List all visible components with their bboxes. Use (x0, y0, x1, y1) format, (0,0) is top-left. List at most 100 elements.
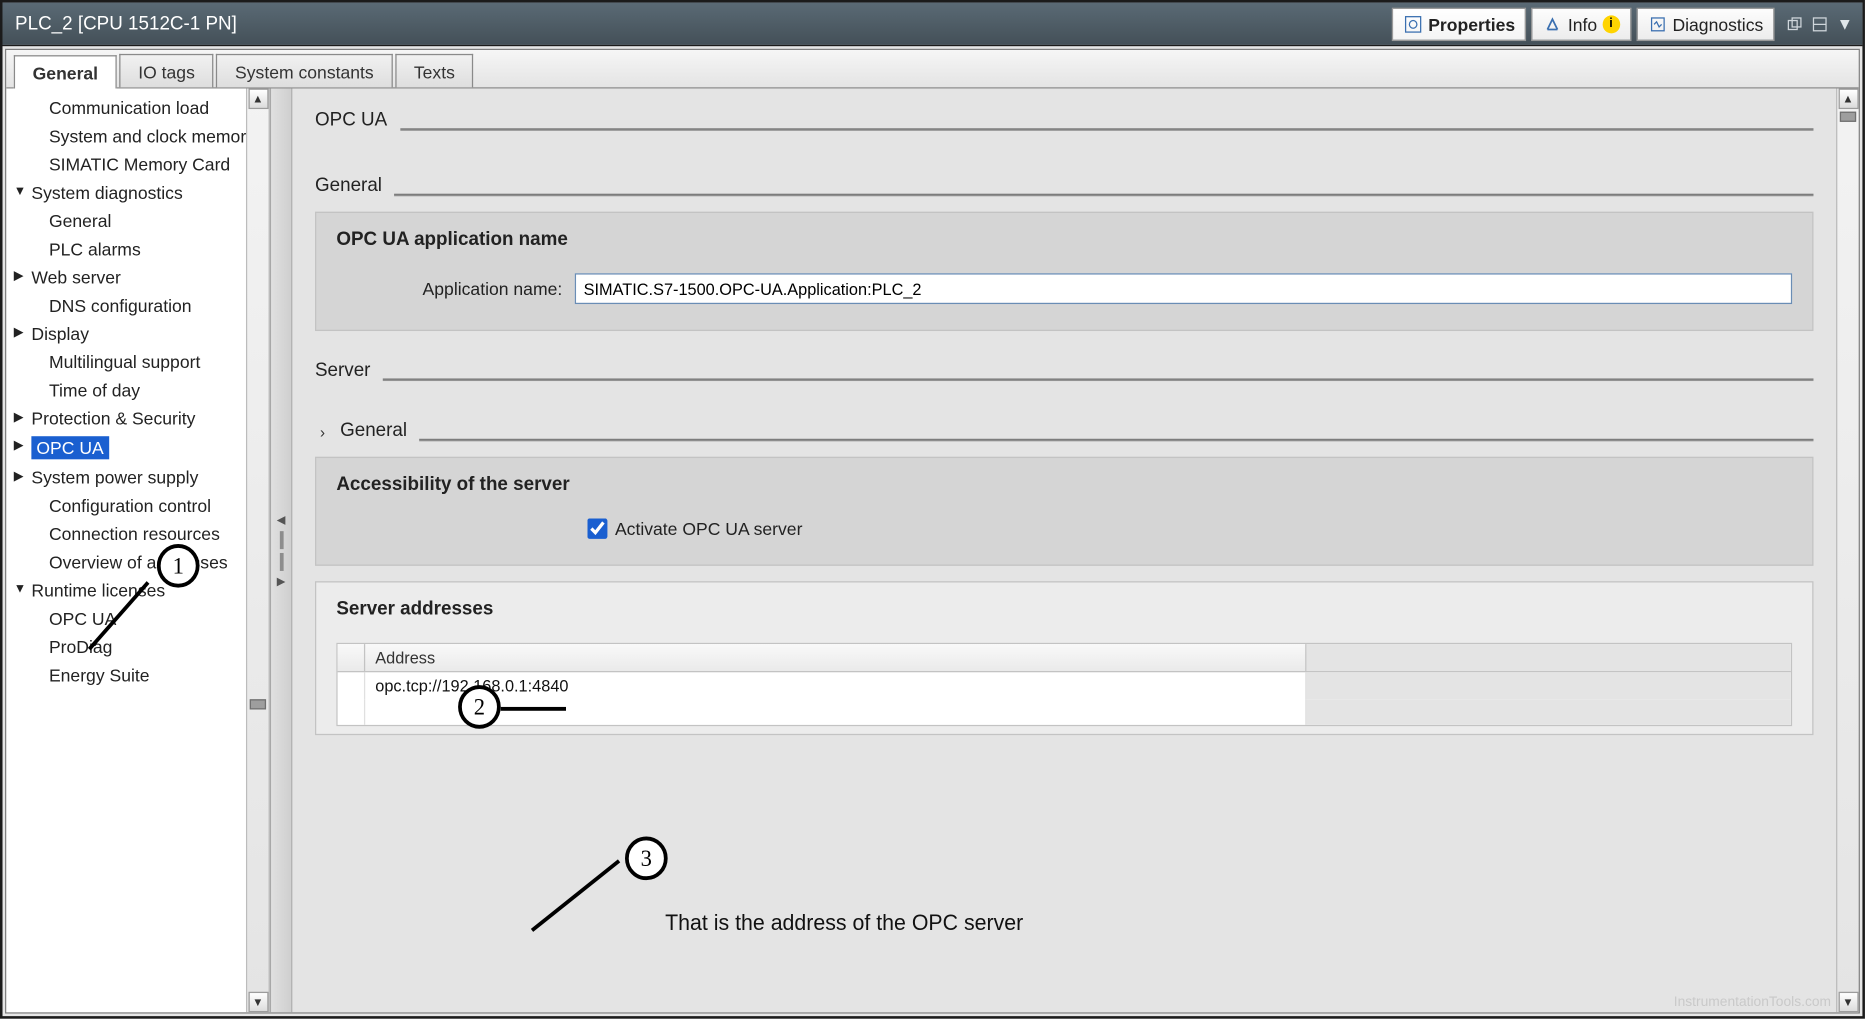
tree-item[interactable]: Connection resources (6, 520, 246, 548)
title-bar: PLC_2 [CPU 1512C-1 PN] Properties Info i… (3, 3, 1863, 47)
tree-item[interactable]: Multilingual support (6, 348, 246, 376)
scroll-up-icon[interactable]: ▲ (248, 89, 268, 110)
ptab-general[interactable]: General (14, 55, 117, 88)
tree-item-label: Protection & Security (31, 408, 195, 429)
tree-item[interactable]: SIMATIC Memory Card (6, 150, 246, 178)
content-scroll: OPC UA General OPC UA application name A… (292, 89, 1836, 1013)
tree-item[interactable]: PLC alarms (6, 235, 246, 263)
tree-item[interactable]: ▶Protection & Security (6, 404, 246, 432)
caret-down-icon: ▼ (14, 582, 26, 596)
scroll-down-icon[interactable]: ▼ (248, 992, 268, 1013)
tree-item-label: Energy Suite (49, 665, 150, 686)
properties-icon (1403, 13, 1423, 34)
section-general: General (315, 174, 1813, 196)
minimize-icon[interactable] (1810, 13, 1830, 34)
group-app-name-title: OPC UA application name (336, 228, 1792, 250)
caret-right-icon: ▶ (14, 470, 24, 484)
tree-item-label: OPC UA (49, 608, 116, 629)
chevron-right-icon: › (320, 423, 325, 441)
activate-opcua-label: Activate OPC UA server (615, 518, 802, 539)
activate-opcua-checkbox[interactable] (587, 518, 607, 539)
tree-item[interactable]: ProDiag (6, 633, 246, 661)
tree-item-label: Time of day (49, 380, 140, 401)
caret-right-icon: ▶ (14, 269, 24, 283)
section-sub-general[interactable]: › General (315, 420, 1813, 442)
tree-item-label: PLC alarms (49, 239, 141, 260)
splitter[interactable]: ◀ ▶ (270, 89, 293, 1013)
address-table-header: Address (338, 644, 1791, 672)
address-cell: opc.tcp://192.168.0.1:4840 (365, 672, 1306, 699)
tree-item-selected[interactable]: OPC UA (31, 436, 108, 459)
content-scrollbar[interactable]: ▲ ▼ (1836, 89, 1859, 1013)
restore-icon[interactable] (1785, 13, 1805, 34)
section-general-label: General (315, 174, 382, 196)
app-name-input[interactable] (575, 273, 1792, 304)
group-accessibility: Accessibility of the server Activate OPC… (315, 457, 1813, 566)
diagnostics-icon (1647, 13, 1667, 34)
dropdown-icon[interactable]: ▼ (1835, 13, 1855, 34)
tab-properties-label: Properties (1428, 13, 1515, 34)
scroll-track[interactable] (247, 109, 268, 992)
tab-diagnostics[interactable]: Diagnostics (1636, 7, 1775, 40)
tree-item-label: System power supply (31, 467, 198, 488)
tab-properties[interactable]: Properties (1392, 7, 1527, 40)
ptab-texts[interactable]: Texts (395, 54, 474, 87)
tree-item-label: Web server (31, 267, 121, 288)
navigation-tree-pane: Communication load System and clock memor… (6, 89, 270, 1013)
tree-item-label: SIMATIC Memory Card (49, 154, 230, 175)
tab-info[interactable]: Info i (1531, 7, 1631, 40)
tree-item-label: ProDiag (49, 636, 112, 657)
caret-right-icon: ▶ (14, 326, 24, 340)
content-scroll-down-icon[interactable]: ▼ (1838, 992, 1858, 1013)
section-opcua: OPC UA (315, 109, 1813, 131)
tree-item-label: Overview of addresses (49, 552, 228, 573)
tree-item[interactable]: Communication load (6, 94, 246, 122)
tree-item[interactable]: General (6, 207, 246, 235)
tree-item[interactable]: ▼ Runtime licenses (6, 576, 246, 604)
tree-item-label: System diagnostics (31, 182, 182, 203)
address-col-header: Address (365, 644, 1306, 671)
tree-item-label: Communication load (49, 98, 209, 119)
tree-item[interactable]: ▼ System diagnostics (6, 178, 246, 206)
tree-item[interactable]: System and clock memory (6, 122, 246, 150)
address-table: Address opc.tcp://192.168.0.1:4840 . (336, 643, 1792, 726)
group-app-name: OPC UA application name Application name… (315, 212, 1813, 331)
caret-right-icon: ▶ (14, 439, 24, 453)
tree-item[interactable]: Overview of addresses (6, 548, 246, 576)
section-server-label: Server (315, 359, 370, 381)
tree-item[interactable]: ▶ OPC UA (6, 432, 246, 463)
tree-item[interactable]: ▶ System power supply (6, 463, 246, 491)
info-icon (1543, 13, 1563, 34)
address-row[interactable]: opc.tcp://192.168.0.1:4840 (338, 672, 1791, 699)
tree-item[interactable]: OPC UA (6, 604, 246, 632)
section-opcua-label: OPC UA (315, 109, 387, 131)
tree-item-label: OPC UA (36, 438, 103, 459)
app-name-label: Application name: (336, 278, 562, 299)
caret-down-icon: ▼ (14, 185, 26, 199)
tree-item[interactable]: Energy Suite (6, 661, 246, 689)
tree-item[interactable]: ▶ Web server (6, 263, 246, 291)
navigation-tree[interactable]: Communication load System and clock memor… (6, 89, 246, 1013)
group-server-addresses: Server addresses Address opc.tcp://192.1… (315, 581, 1813, 735)
body-split: Communication load System and clock memor… (6, 89, 1858, 1013)
info-badge-icon: i (1602, 15, 1620, 33)
watermark: InstrumentationTools.com (1674, 994, 1831, 1009)
tree-item[interactable]: ▶Display (6, 319, 246, 347)
ptab-system-constants[interactable]: System constants (216, 54, 392, 87)
content-scroll-up-icon[interactable]: ▲ (1838, 89, 1858, 110)
window-frame: PLC_2 [CPU 1512C-1 PN] Properties Info i… (0, 0, 1865, 1019)
tree-item-label: Runtime licenses (31, 580, 165, 601)
properties-panel: General IO tags System constants Texts C… (5, 49, 1860, 1014)
window-controls: ▼ (1777, 13, 1862, 34)
row-app-name: Application name: (336, 273, 1792, 304)
content-scroll-track[interactable] (1837, 109, 1858, 992)
tree-item-label: DNS configuration (49, 295, 192, 316)
group-server-addresses-title: Server addresses (336, 598, 1792, 620)
group-accessibility-title: Accessibility of the server (336, 473, 1792, 495)
tab-diagnostics-label: Diagnostics (1672, 13, 1763, 34)
tree-item[interactable]: DNS configuration (6, 291, 246, 319)
tree-scrollbar[interactable]: ▲ ▼ (246, 89, 269, 1013)
ptab-io-tags[interactable]: IO tags (119, 54, 213, 87)
tree-item[interactable]: Time of day (6, 376, 246, 404)
tree-item[interactable]: Configuration control (6, 491, 246, 519)
